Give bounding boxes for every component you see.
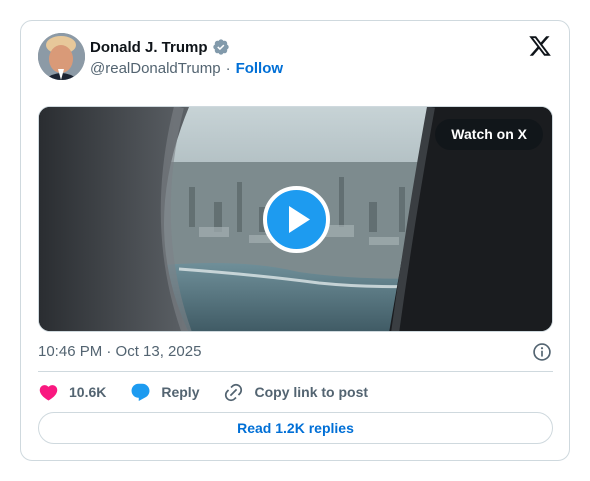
author-display-name[interactable]: Donald J. Trump (90, 39, 208, 56)
like-button[interactable]: 10.6K (38, 382, 106, 403)
embedded-post-card: Donald J. Trump @realDonaldTrump · Follo… (20, 20, 570, 461)
separator-dot: · (225, 60, 231, 77)
like-count: 10.6K (69, 384, 107, 400)
author-handle[interactable]: @realDonaldTrump (90, 60, 221, 77)
post-timestamp[interactable]: 10:46 PM · Oct 13, 2025 (38, 343, 201, 360)
video-media[interactable]: Watch on X (38, 106, 553, 332)
speech-bubble-icon (131, 383, 150, 401)
follow-button[interactable]: Follow (236, 60, 284, 77)
watch-on-x-button[interactable]: Watch on X (435, 119, 543, 150)
divider (38, 371, 553, 372)
read-replies-button[interactable]: Read 1.2K replies (38, 412, 553, 444)
reply-button[interactable]: Reply (130, 382, 199, 403)
heart-icon (39, 384, 58, 401)
author-name-row: Donald J. Trump (90, 38, 230, 56)
info-icon[interactable] (532, 342, 552, 362)
play-button[interactable] (263, 186, 330, 253)
post-actions: 10.6K Reply Copy link to post (38, 381, 392, 403)
reply-label: Reply (161, 384, 200, 400)
copy-link-label: Copy link to post (254, 384, 369, 400)
verified-badge-icon (212, 38, 230, 56)
copy-link-button[interactable]: Copy link to post (223, 382, 368, 403)
author-avatar[interactable] (38, 33, 85, 80)
play-icon (289, 206, 310, 233)
x-logo-icon[interactable] (528, 34, 552, 58)
author-handle-row: @realDonaldTrump · Follow (90, 60, 283, 77)
link-icon (225, 383, 243, 401)
